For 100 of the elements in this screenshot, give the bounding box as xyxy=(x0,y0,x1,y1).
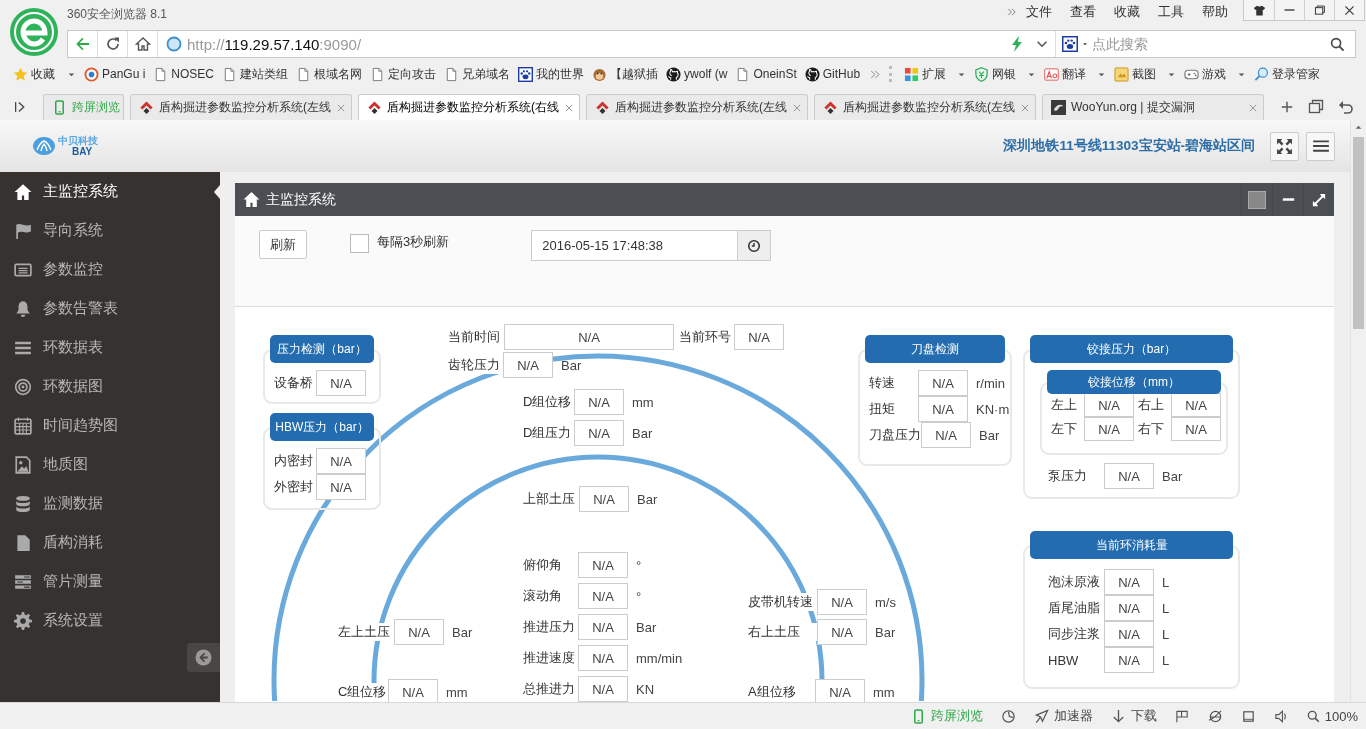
calendar-icon xyxy=(14,416,32,435)
bookmark-link[interactable]: 建站类组 xyxy=(218,65,293,83)
flag-icon[interactable] xyxy=(1174,708,1190,724)
shell-icon xyxy=(32,136,56,156)
undo-icon[interactable] xyxy=(1338,99,1354,115)
toolbar-button[interactable]: 登录管家 xyxy=(1250,65,1325,83)
back-icon xyxy=(195,649,212,666)
panel-title: 主监控系统 xyxy=(266,190,336,209)
menu-button[interactable] xyxy=(1306,131,1335,161)
reload-icon xyxy=(104,36,121,52)
flag-icon xyxy=(14,221,32,240)
value-field: N/A xyxy=(1104,647,1154,673)
browser-tab[interactable]: 盾构掘进参数监控分析系统(左线 xyxy=(586,94,808,120)
menu-item[interactable]: 收藏 xyxy=(1105,3,1149,21)
scrollbar[interactable] xyxy=(1350,120,1366,702)
browser-icon[interactable] xyxy=(1207,708,1223,724)
status-button[interactable]: 加速器 xyxy=(1033,707,1093,725)
value-field: N/A xyxy=(578,614,628,640)
window-icon[interactable] xyxy=(1240,708,1256,724)
sidebar-item[interactable]: 参数监控 xyxy=(0,250,220,289)
sidebar-item[interactable]: 环数据图 xyxy=(0,367,220,406)
sidebar-item[interactable]: 时间趋势图 xyxy=(0,406,220,445)
datetime-field[interactable]: 2016-05-15 17:48:38 xyxy=(531,230,739,261)
menu-item[interactable]: 文件 xyxy=(1017,3,1061,21)
windows-icon[interactable] xyxy=(1308,99,1324,115)
collapse-button[interactable] xyxy=(187,643,220,672)
unit-label: Bar xyxy=(561,357,582,373)
bookmark-link[interactable]: NOSEC xyxy=(149,66,219,82)
shirt-icon xyxy=(1252,3,1266,17)
bookmark-link[interactable]: 定向攻击 xyxy=(366,65,441,83)
back-icon xyxy=(74,36,91,52)
browser-tab[interactable]: 盾构掘进参数监控分析系统(左线 xyxy=(130,94,352,120)
favorites-menu[interactable]: 收藏 xyxy=(9,65,80,83)
search-icon[interactable] xyxy=(1330,36,1345,52)
field-label: C组位移 xyxy=(338,683,388,701)
browser-tab[interactable]: WooYun.org | 提交漏洞 xyxy=(1042,94,1264,120)
sidebar-toggle-icon[interactable] xyxy=(14,100,27,114)
sidebar-item[interactable]: 地质图 xyxy=(0,445,220,484)
status-button[interactable]: 下载 xyxy=(1110,707,1157,725)
refresh-button[interactable]: 刷新 xyxy=(259,230,307,259)
checkbox[interactable] xyxy=(350,234,369,253)
unit-label: mm/min xyxy=(636,650,683,666)
minimize-icon xyxy=(1284,9,1295,11)
browser-tab[interactable]: 盾构掘进参数监控分析系统(左线 xyxy=(814,94,1036,120)
new-tab-icon[interactable] xyxy=(1280,100,1294,114)
zoom-button[interactable]: 100% xyxy=(1306,708,1358,724)
bookmark-link[interactable]: 根域名网 xyxy=(292,65,367,83)
menu-item[interactable]: 查看 xyxy=(1061,3,1105,21)
speaker-icon[interactable] xyxy=(1273,708,1289,724)
sidebar-item[interactable]: 导向系统 xyxy=(0,211,220,250)
bookmark-link[interactable]: 【越狱插 xyxy=(588,65,663,83)
value-field: N/A xyxy=(1171,393,1221,417)
unit-label: Bar xyxy=(632,425,653,441)
field-label: 右上土压 xyxy=(748,623,817,641)
menu-item[interactable]: 帮助 xyxy=(1193,3,1237,21)
search-field[interactable]: 点此搜索 xyxy=(1092,36,1326,52)
expand-icon xyxy=(1312,192,1326,207)
unit-label: Bar xyxy=(875,624,896,640)
sidebar-item[interactable]: 环数据表 xyxy=(0,328,220,367)
bookmark-link[interactable]: OneinSt xyxy=(731,66,801,82)
bookmark-link[interactable]: PanGu i xyxy=(80,66,150,82)
field-label: 右下 xyxy=(1138,420,1167,438)
field-label: 刀盘压力 xyxy=(869,426,921,444)
cat-icon xyxy=(666,66,682,82)
fullscreen-button[interactable] xyxy=(1270,131,1299,161)
sidebar-item[interactable]: 盾构消耗 xyxy=(0,523,220,562)
site-icon xyxy=(823,100,838,115)
sidebar-item[interactable]: 监测数据 xyxy=(0,484,220,523)
lightning-icon[interactable] xyxy=(1009,36,1025,52)
bookmark-link[interactable]: 兄弟域名 xyxy=(440,65,515,83)
translate-icon xyxy=(1044,66,1060,82)
browser-tab[interactable]: 盾构掘进参数监控分析系统(右线 xyxy=(358,94,580,120)
value-field: N/A xyxy=(504,324,674,350)
bookmark-link[interactable]: GitHub xyxy=(800,66,865,82)
toolbar-button[interactable]: 扩展 xyxy=(900,65,971,83)
magnifier-icon xyxy=(1254,66,1270,82)
field-label: D组位移 xyxy=(523,393,574,411)
toolbar-button[interactable]: 截图 xyxy=(1110,65,1181,83)
swirl-icon[interactable] xyxy=(1000,708,1016,724)
restore-icon xyxy=(1313,3,1326,17)
section-header: HBW压力（bar） xyxy=(270,413,374,441)
paw-icon[interactable] xyxy=(1062,36,1078,52)
close-icon[interactable] xyxy=(564,102,574,113)
toolbar-button[interactable]: 网银 xyxy=(970,65,1041,83)
url-field[interactable]: http://119.29.57.140:9090/ xyxy=(187,35,1009,53)
sidebar-item[interactable]: 参数告警表 xyxy=(0,289,220,328)
scroll-thumb[interactable] xyxy=(1353,137,1364,329)
bookmark-link[interactable]: 我的世界 xyxy=(514,65,589,83)
sidebar-item[interactable]: 系统设置 xyxy=(0,601,220,640)
toolbar-button[interactable]: 翻译 xyxy=(1040,65,1111,83)
section-header: 铰接位移（mm） xyxy=(1047,370,1221,394)
menu-item[interactable]: 工具 xyxy=(1149,3,1193,21)
bookmark-link[interactable]: ywolf (w xyxy=(662,66,732,82)
field-label: 左下 xyxy=(1051,420,1080,438)
toolbar-button[interactable]: 游戏 xyxy=(1180,65,1251,83)
sidebar-item[interactable]: 管片测量 xyxy=(0,562,220,601)
shield-icon xyxy=(974,66,990,82)
clock-button[interactable] xyxy=(738,230,772,261)
section-header: 刀盘检测 xyxy=(865,335,1005,363)
field-label: 设备桥 xyxy=(274,374,316,392)
